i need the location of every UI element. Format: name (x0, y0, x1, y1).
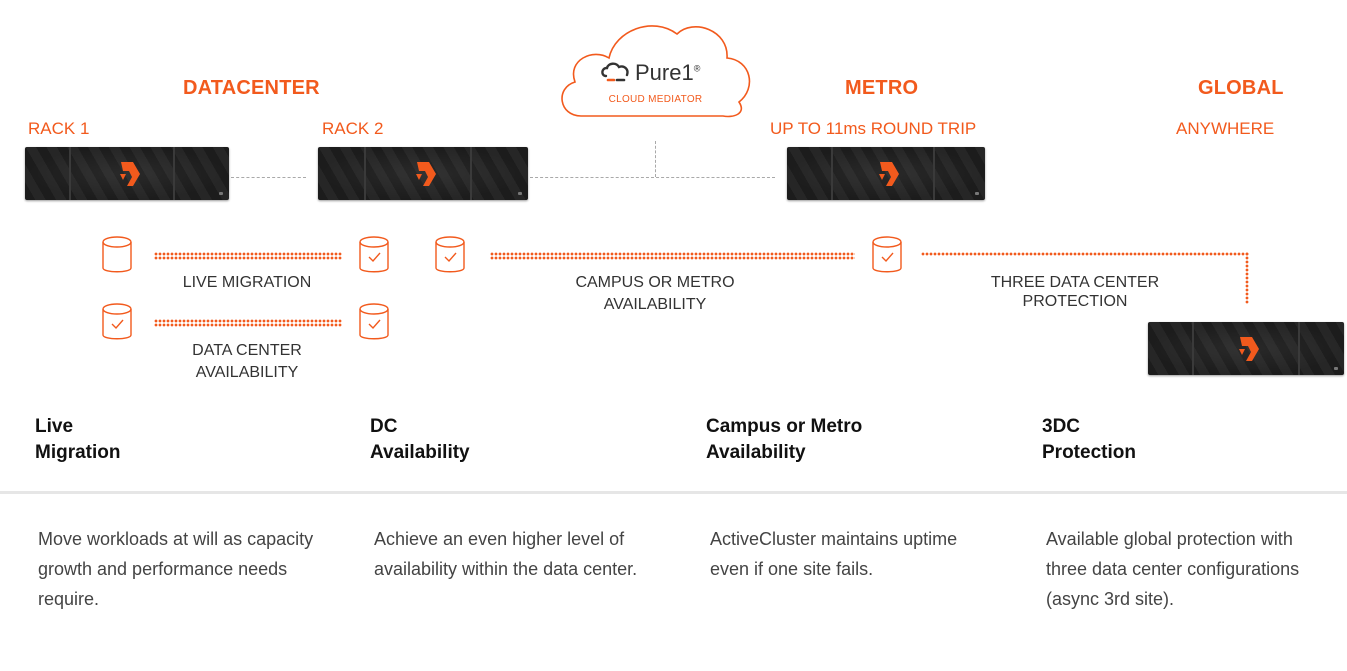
volume-check-icon (359, 303, 389, 340)
datacenter-title: DATACENTER (183, 77, 320, 99)
feature-heading-line1: 3DC (1042, 416, 1081, 437)
rack2-label: RACK 2 (322, 119, 384, 138)
storage-array-metro (787, 147, 985, 200)
pure1-brand: Pure1 (635, 60, 694, 85)
section-divider (0, 491, 1347, 494)
pure-storage-logo-icon (416, 161, 436, 186)
cloud-mediator: Pure1® CLOUD MEDIATOR (553, 8, 758, 124)
feature-heading-line1: Live (35, 416, 74, 437)
dc-availability-label-2: AVAILABILITY (195, 364, 299, 381)
feature-desc-dc-availability: Achieve an even higher level of availabi… (374, 529, 638, 579)
replication-link-dc-availability-2 (154, 323, 342, 327)
global-title: GLOBAL (1198, 77, 1284, 99)
registered-mark: ® (693, 63, 701, 74)
rack1-label: RACK 1 (28, 119, 90, 138)
pure-storage-logo-icon (120, 161, 140, 186)
feature-desc-live-migration: Move workloads at will as capacity growt… (38, 529, 314, 609)
feature-desc-campus-metro: ActiveCluster maintains uptime even if o… (710, 529, 958, 579)
volume-check-icon (102, 303, 132, 340)
live-migration-label: LIVE MIGRATION (182, 274, 312, 291)
campus-label-2: AVAILABILITY (603, 296, 707, 313)
volume-check-icon (435, 236, 465, 273)
dc-availability-label-1: DATA CENTER (192, 342, 302, 359)
metro-subtitle: UP TO 11ms ROUND TRIP (770, 119, 977, 138)
storage-array-rack1 (25, 147, 229, 200)
replication-link-campus-2 (490, 256, 855, 260)
feature-heading-3dc-protection: 3DC Protection (1042, 414, 1136, 466)
feature-heading-dc-availability: DC Availability (370, 414, 470, 466)
pure-storage-logo-icon (1239, 336, 1259, 361)
feature-heading-live-migration: Live Migration (35, 414, 121, 466)
replication-link-3dc (921, 252, 1249, 256)
feature-heading-campus-metro: Campus or Metro Availability (706, 414, 862, 466)
metro-connector-line (530, 177, 775, 178)
pure-storage-logo-icon (879, 161, 899, 186)
feature-desc-3dc-protection: Available global protection with three d… (1046, 529, 1300, 609)
feature-heading-line2: Migration (35, 442, 121, 463)
feature-heading-line2: Availability (370, 442, 470, 463)
storage-array-global (1148, 322, 1344, 375)
three-dc-label-2: PROTECTION (1022, 293, 1128, 310)
feature-heading-line1: Campus or Metro (706, 416, 863, 437)
replication-link-live-migration-2 (154, 256, 342, 260)
feature-heading-line1: DC (370, 416, 398, 437)
feature-heading-line2: Availability (706, 442, 806, 463)
metro-title: METRO (845, 77, 919, 99)
global-subtitle: ANYWHERE (1176, 119, 1275, 138)
cloud-connector-line (655, 141, 656, 177)
storage-array-rack2 (318, 147, 528, 200)
rack-connector-line (231, 177, 306, 178)
campus-label-1: CAMPUS OR METRO (575, 274, 735, 291)
feature-heading-line2: Protection (1042, 442, 1136, 463)
cloud-caption: CLOUD MEDIATOR (608, 94, 703, 105)
pure1-logo-icon (601, 62, 629, 82)
volume-icon (102, 236, 132, 273)
replication-link-3dc-vertical (1245, 252, 1249, 304)
volume-check-icon (872, 236, 902, 273)
volume-check-icon (359, 236, 389, 273)
